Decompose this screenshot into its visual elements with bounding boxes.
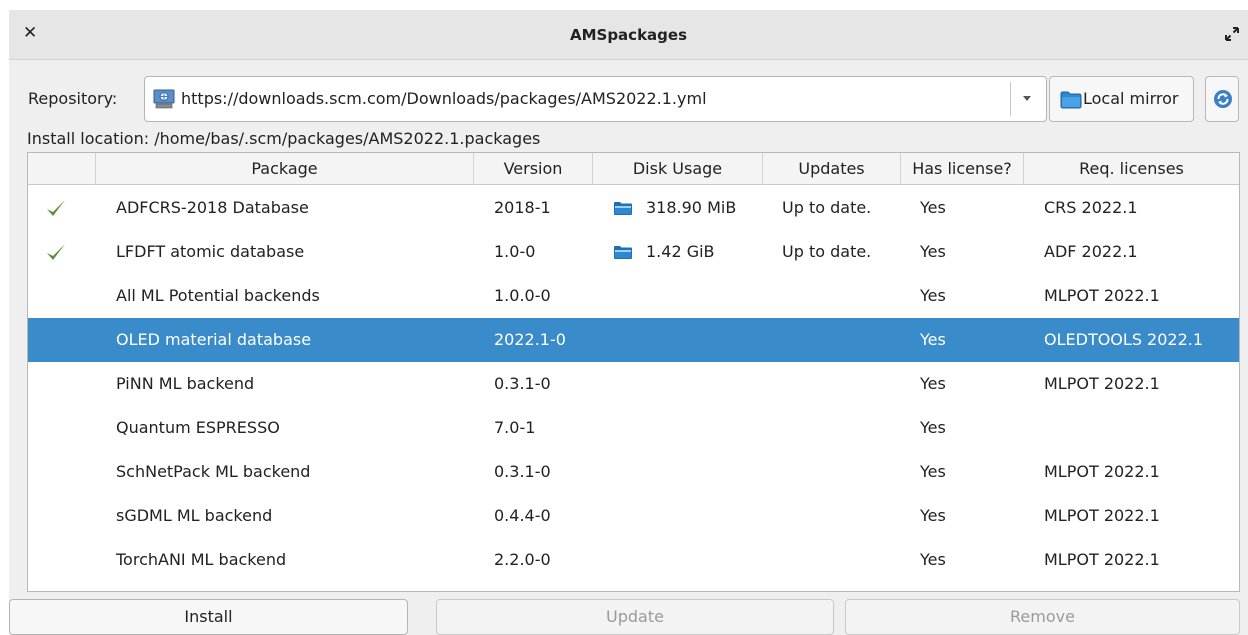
remove-button[interactable]: Remove xyxy=(845,599,1240,635)
table-row[interactable]: TorchANI ML backend 2.2.0-0 Yes MLPOT 2022.… xyxy=(28,538,1239,582)
cell-has-license: Yes xyxy=(920,374,946,393)
cell-has-license: Yes xyxy=(920,462,946,481)
cell-package: All ML Potential backends xyxy=(116,286,320,305)
cell-req-licenses: MLPOT 2022.1 xyxy=(1044,550,1160,569)
cell-version: 0.3.1-0 xyxy=(494,374,551,393)
cell-version: 1.0-0 xyxy=(494,242,536,261)
update-button[interactable]: Update xyxy=(436,599,834,635)
cell-has-license: Yes xyxy=(920,198,946,217)
cell-package: sGDML ML backend xyxy=(116,506,273,525)
cell-req-licenses: ADF 2022.1 xyxy=(1044,242,1138,261)
cell-package: SchNetPack ML backend xyxy=(116,462,311,481)
chevron-down-icon[interactable] xyxy=(1023,96,1031,101)
cell-version: 2018-1 xyxy=(494,198,551,217)
folder-icon xyxy=(1060,91,1082,109)
cell-version: 2022.1-0 xyxy=(494,330,566,349)
folder-icon[interactable] xyxy=(613,245,633,260)
cell-package: PiNN ML backend xyxy=(116,374,255,393)
cell-req-licenses: MLPOT 2022.1 xyxy=(1044,286,1160,305)
cell-has-license: Yes xyxy=(920,550,946,569)
refresh-icon xyxy=(1214,90,1232,108)
amspackages-window: ✕ AMSpackages Repository: https://downlo… xyxy=(9,10,1248,635)
cell-has-license: Yes xyxy=(920,242,946,261)
installed-check-icon xyxy=(47,200,65,216)
column-header-package[interactable]: Package xyxy=(96,153,474,185)
local-mirror-button[interactable]: Local mirror xyxy=(1049,76,1194,122)
column-header-installed[interactable] xyxy=(28,153,96,185)
title-bar: ✕ AMSpackages xyxy=(9,10,1248,60)
cell-disk-usage: 318.90 MiB xyxy=(646,198,737,217)
cell-version: 1.0.0-0 xyxy=(494,286,551,305)
local-mirror-label: Local mirror xyxy=(1083,89,1179,108)
table-row[interactable]: SchNetPack ML backend 0.3.1-0 Yes MLPOT 202… xyxy=(28,450,1239,494)
window-title: AMSpackages xyxy=(569,26,688,44)
table-row[interactable]: PiNN ML backend 0.3.1-0 Yes MLPOT 2022.1 xyxy=(28,362,1239,406)
combobox-separator xyxy=(1010,82,1011,116)
table-row[interactable]: OLED material database 2022.1-0 Yes OLEDTOO… xyxy=(28,318,1239,362)
repository-combobox[interactable]: https://downloads.scm.com/Downloads/pack… xyxy=(144,76,1047,122)
cell-has-license: Yes xyxy=(920,330,946,349)
column-header-version[interactable]: Version xyxy=(474,153,593,185)
maximize-button[interactable] xyxy=(1222,24,1242,44)
cell-updates: Up to date. xyxy=(782,242,872,261)
cell-updates: Up to date. xyxy=(782,198,872,217)
table-header: Package Version Disk Usage Updates Has l… xyxy=(28,153,1239,185)
install-location: Install location: /home/bas/.scm/package… xyxy=(27,129,541,148)
cell-disk-usage: 1.42 GiB xyxy=(646,242,715,261)
cell-req-licenses: OLEDTOOLS 2022.1 xyxy=(1044,330,1204,349)
maximize-icon xyxy=(1225,27,1239,41)
table-row[interactable]: All ML Potential backends 1.0.0-0 Yes MLPOT… xyxy=(28,274,1239,318)
cell-has-license: Yes xyxy=(920,418,946,437)
cell-has-license: Yes xyxy=(920,286,946,305)
cell-package: TorchANI ML backend xyxy=(116,550,287,569)
cell-req-licenses: MLPOT 2022.1 xyxy=(1044,506,1160,525)
cell-version: 0.4.4-0 xyxy=(494,506,551,525)
table-row[interactable]: Quantum ESPRESSO 7.0-1 Yes xyxy=(28,406,1239,450)
refresh-button[interactable] xyxy=(1205,76,1239,122)
web-repository-icon xyxy=(153,89,175,109)
cell-version: 2.2.0-0 xyxy=(494,550,551,569)
folder-icon[interactable] xyxy=(613,201,633,216)
cell-package: ADFCRS-2018 Database xyxy=(116,198,309,217)
cell-package: OLED material database xyxy=(116,330,312,349)
install-button[interactable]: Install xyxy=(9,599,408,635)
cell-req-licenses: CRS 2022.1 xyxy=(1044,198,1138,217)
cell-req-licenses: MLPOT 2022.1 xyxy=(1044,374,1160,393)
column-header-updates[interactable]: Updates xyxy=(763,153,901,185)
repository-label: Repository: xyxy=(28,89,118,108)
cell-version: 0.3.1-0 xyxy=(494,462,551,481)
table-row[interactable]: LFDFT atomic database 1.0-0 1.42 GiB Up to … xyxy=(28,230,1239,274)
repository-url: https://downloads.scm.com/Downloads/pack… xyxy=(181,89,707,108)
cell-has-license: Yes xyxy=(920,506,946,525)
cell-req-licenses: MLPOT 2022.1 xyxy=(1044,462,1160,481)
table-row[interactable]: ADFCRS-2018 Database 2018-1 318.90 MiB Up t… xyxy=(28,186,1239,230)
packages-table: Package Version Disk Usage Updates Has l… xyxy=(27,152,1240,592)
cell-version: 7.0-1 xyxy=(494,418,536,437)
cell-package: LFDFT atomic database xyxy=(116,242,305,261)
column-header-has-license[interactable]: Has license? xyxy=(901,153,1024,185)
installed-check-icon xyxy=(47,244,65,260)
column-header-req-licenses[interactable]: Req. licenses xyxy=(1024,153,1239,185)
cell-package: Quantum ESPRESSO xyxy=(116,418,280,437)
column-header-disk-usage[interactable]: Disk Usage xyxy=(593,153,763,185)
table-row[interactable]: sGDML ML backend 0.4.4-0 Yes MLPOT 2022.1 xyxy=(28,494,1239,538)
